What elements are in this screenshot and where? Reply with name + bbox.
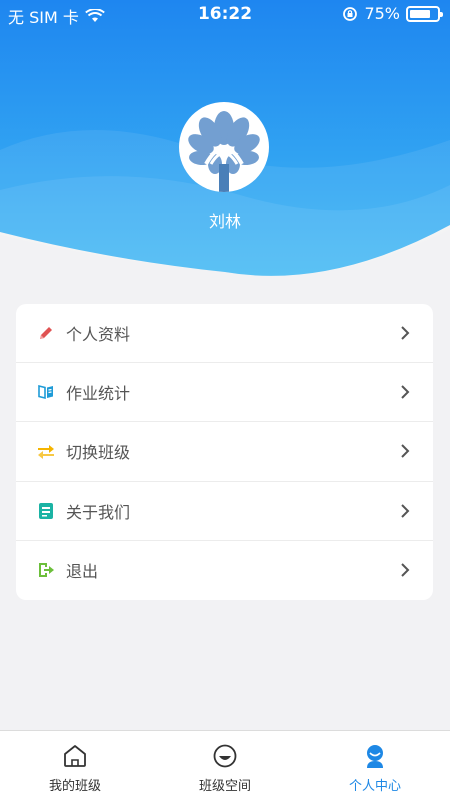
tab-bar: 我的班级 班级空间 个人中心: [0, 730, 450, 800]
tab-personal-center[interactable]: 个人中心: [300, 731, 450, 800]
rotation-lock-icon: [343, 6, 358, 21]
chevron-right-icon: [401, 503, 410, 518]
smile-icon: [213, 744, 237, 768]
avatar[interactable]: [179, 102, 269, 192]
tab-my-class[interactable]: 我的班级: [0, 731, 150, 800]
chevron-right-icon: [401, 563, 410, 578]
pencil-icon: [36, 323, 56, 343]
menu-item-switch-class[interactable]: 切换班级: [16, 422, 433, 482]
chevron-right-icon: [401, 326, 410, 340]
tab-label: 我的班级: [48, 779, 101, 794]
tab-class-space[interactable]: 班级空间: [150, 731, 300, 800]
book-icon: [36, 382, 56, 402]
user-name: 刘林: [208, 212, 241, 231]
home-icon: [64, 745, 86, 767]
menu-item-homework-stats[interactable]: 作业统计: [16, 363, 433, 423]
menu-card: 个人资料 作业统计 切换班级 关于我们 退出: [16, 304, 433, 600]
menu-item-label: 切换班级: [66, 443, 131, 463]
status-bar: 无 SIM 卡 16:22 75%: [0, 0, 450, 30]
chevron-right-icon: [401, 444, 410, 459]
battery-percent: 75%: [364, 4, 400, 23]
user-icon: [367, 745, 383, 768]
peacock-logo-icon: [188, 111, 260, 192]
menu-item-label: 个人资料: [66, 325, 131, 345]
menu-item-label: 作业统计: [66, 384, 131, 404]
swap-icon: [36, 441, 56, 461]
menu-item-logout[interactable]: 退出: [16, 541, 433, 600]
chevron-right-icon: [401, 385, 410, 399]
profile-header: 无 SIM 卡 16:22 75% 刘林: [0, 0, 450, 290]
tab-label: 班级空间: [198, 779, 251, 794]
logout-icon: [36, 560, 56, 580]
tab-label: 个人中心: [348, 779, 401, 794]
menu-item-label: 关于我们: [66, 502, 131, 522]
menu-item-label: 退出: [66, 562, 99, 582]
menu-item-about-us[interactable]: 关于我们: [16, 482, 433, 541]
battery-icon: [406, 5, 443, 22]
info-card-icon: [36, 501, 56, 521]
menu-item-profile[interactable]: 个人资料: [16, 304, 433, 364]
